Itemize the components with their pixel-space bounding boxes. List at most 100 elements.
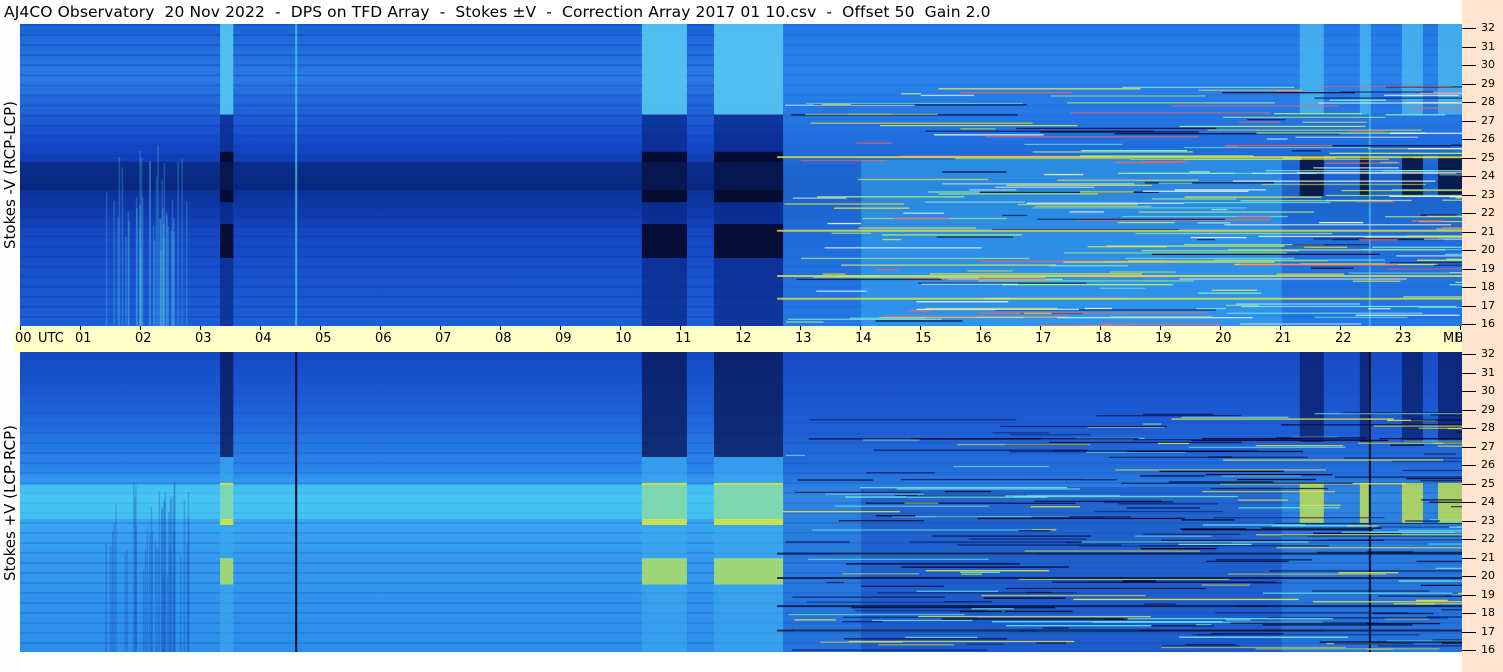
rfi-streak bbox=[784, 203, 904, 205]
rfi-streak bbox=[785, 541, 850, 543]
rfi-streak bbox=[1195, 624, 1212, 626]
rfi-streak bbox=[1292, 244, 1369, 246]
time-tick bbox=[1400, 326, 1401, 330]
top-freq-tick bbox=[1462, 102, 1476, 103]
bottom-freq-label: 24 bbox=[1481, 495, 1495, 508]
top-freq-label: 24 bbox=[1481, 169, 1495, 182]
time-tick bbox=[680, 326, 681, 330]
time-tick bbox=[140, 326, 141, 330]
rfi-streak bbox=[1424, 238, 1462, 240]
rfi-streak bbox=[1447, 427, 1462, 430]
rfi-streak bbox=[1275, 522, 1462, 525]
burst-line bbox=[121, 167, 124, 326]
rfi-streak bbox=[1417, 306, 1462, 309]
rfi-streak bbox=[960, 573, 982, 575]
bottom-freq-tick bbox=[1462, 354, 1476, 355]
bottom-freq-label: 29 bbox=[1481, 402, 1495, 416]
rfi-streak bbox=[1006, 625, 1152, 627]
rfi-streak bbox=[1117, 221, 1175, 224]
column-lower bbox=[641, 114, 687, 326]
time-tick-label: 10 bbox=[615, 331, 632, 346]
rfi-streak bbox=[1214, 517, 1385, 519]
rfi-streak bbox=[1420, 480, 1462, 482]
rfi-streak bbox=[1050, 95, 1206, 97]
rfi-streak bbox=[1143, 423, 1162, 425]
burst-line bbox=[159, 219, 162, 326]
time-tick bbox=[380, 326, 381, 330]
rfi-streak bbox=[1035, 642, 1066, 644]
bottom-freq-tick bbox=[1462, 409, 1476, 411]
rfi-streak bbox=[1411, 220, 1444, 222]
time-axis: 00 01 02 03 04 05 06 07 08 09 10 11 12 13 14 15 16 17 18 19… bbox=[14, 326, 1472, 352]
edge-column bbox=[1299, 24, 1324, 115]
rfi-streak bbox=[1023, 312, 1052, 315]
rfi-streak bbox=[904, 502, 939, 504]
burst-line bbox=[183, 500, 186, 652]
column-lower bbox=[713, 114, 784, 326]
rfi-streak bbox=[953, 465, 1049, 468]
rfi-streak bbox=[1416, 259, 1462, 261]
rfi-streak bbox=[1100, 287, 1146, 289]
rfi-streak bbox=[1211, 208, 1228, 211]
time-tick-label: 13 bbox=[795, 331, 812, 346]
rfi-streak bbox=[1442, 227, 1462, 229]
time-tick-label: 02 bbox=[135, 331, 152, 346]
rfi-streak bbox=[916, 301, 1009, 303]
column-lower bbox=[220, 114, 234, 326]
top-freq-tick bbox=[1462, 194, 1476, 196]
bottom-freq-tick bbox=[1462, 428, 1476, 429]
rfi-streak bbox=[978, 312, 1207, 314]
rfi-streak bbox=[1094, 510, 1224, 513]
bottom-freq-tick bbox=[1462, 539, 1476, 540]
burst-line bbox=[185, 201, 188, 326]
rfi-streak bbox=[1411, 107, 1462, 109]
bottom-freq-label: 28 bbox=[1481, 421, 1495, 434]
rfi-streak bbox=[1441, 609, 1462, 611]
rfi-streak bbox=[1319, 221, 1364, 224]
rfi-streak bbox=[1122, 86, 1295, 88]
rfi-streak bbox=[816, 196, 965, 198]
rfi-streak bbox=[1121, 482, 1353, 484]
rfi-line bbox=[777, 229, 1462, 232]
rfi-line bbox=[777, 297, 1462, 300]
rfi-streak bbox=[1224, 145, 1333, 147]
top-freq-label: 32 bbox=[1481, 21, 1495, 34]
rfi-streak bbox=[1202, 524, 1306, 526]
rfi-streak bbox=[857, 178, 989, 181]
rfi-streak bbox=[791, 649, 988, 651]
rfi-streak bbox=[1449, 272, 1462, 274]
rfi-streak bbox=[1420, 584, 1462, 587]
top-freq-label: 16 bbox=[1481, 317, 1495, 330]
burst-line bbox=[115, 503, 117, 652]
dark-column-band bbox=[641, 224, 687, 259]
rfi-streak bbox=[1319, 641, 1462, 643]
rfi-streak bbox=[826, 581, 844, 584]
rfi-streak bbox=[916, 590, 998, 592]
rfi-streak bbox=[1227, 573, 1387, 575]
rfi-line bbox=[777, 156, 1462, 159]
rfi-streak bbox=[1300, 504, 1341, 506]
rfi-streak bbox=[1389, 195, 1462, 198]
rfi-streak bbox=[1070, 112, 1271, 114]
burst-line bbox=[153, 240, 156, 326]
rfi-streak bbox=[1221, 475, 1301, 477]
rfi-streak bbox=[875, 320, 963, 322]
rfi-streak bbox=[1189, 171, 1210, 173]
rfi-streak bbox=[1125, 257, 1295, 260]
rfi-streak bbox=[1372, 246, 1462, 248]
rfi-streak bbox=[1078, 545, 1219, 547]
rfi-streak bbox=[1262, 592, 1453, 594]
column-upper bbox=[713, 24, 784, 115]
rfi-streak bbox=[1206, 560, 1289, 563]
rfi-streak bbox=[842, 573, 920, 575]
rfi-streak bbox=[1198, 89, 1302, 91]
top-freq-tick bbox=[1462, 176, 1476, 177]
bottom-freq-label: 23 bbox=[1481, 513, 1495, 527]
bottom-panel-ylabel: Stokes +V (LCP-RCP) bbox=[1, 425, 19, 581]
rfi-streak bbox=[1428, 543, 1462, 545]
rfi-streak bbox=[1202, 490, 1336, 493]
rfi-streak bbox=[960, 128, 996, 130]
rfi-streak bbox=[788, 318, 942, 320]
spectrogram-top bbox=[20, 24, 1462, 326]
rfi-streak bbox=[1281, 424, 1462, 426]
